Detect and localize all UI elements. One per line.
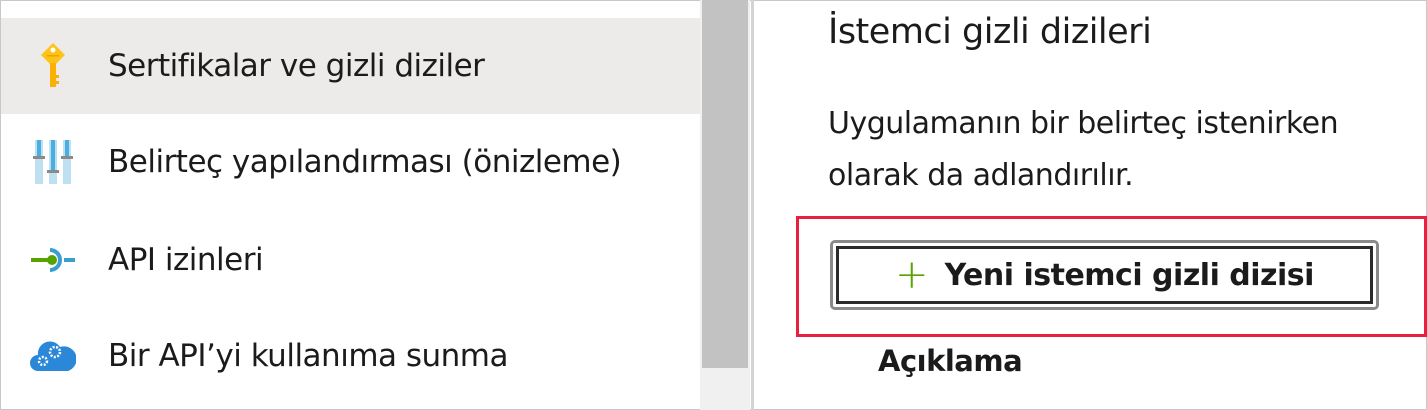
sidebar-nav: Sertifikalar ve gizli diziler Belirteç y…	[1, 0, 700, 410]
api-permissions-icon	[28, 235, 78, 285]
sidebar-item-label: Bir API’yi kullanıma sunma	[108, 338, 509, 374]
plus-icon: +	[895, 252, 929, 298]
sidebar-item-api-permissions[interactable]: API izinleri	[1, 212, 700, 308]
description-line: Uygulamanın bir belirteç istenirken	[828, 106, 1339, 141]
sidebar-item-expose-api[interactable]: Bir API’yi kullanıma sunma	[1, 308, 700, 404]
sidebar-item-token-configuration[interactable]: Belirteç yapılandırması (önizleme)	[1, 114, 700, 210]
sliders-icon	[28, 137, 78, 187]
sidebar-item-label: Belirteç yapılandırması (önizleme)	[108, 144, 622, 180]
new-client-secret-button[interactable]: + Yeni istemci gizli dizisi	[830, 240, 1379, 310]
column-header-description: Açıklama	[878, 344, 1023, 378]
cloud-gears-icon	[28, 331, 78, 381]
main-content: İstemci gizli dizileri Uygulamanın bir b…	[754, 0, 1427, 410]
sidebar-item-certificates-secrets[interactable]: Sertifikalar ve gizli diziler	[1, 18, 700, 114]
key-icon	[28, 41, 78, 91]
description-line: olarak da adlandırılır.	[828, 158, 1134, 193]
button-label: Yeni istemci gizli dizisi	[944, 257, 1315, 293]
section-title: İstemci gizli dizileri	[828, 12, 1152, 52]
sidebar-scrollbar[interactable]	[700, 0, 750, 410]
sidebar-item-label: API izinleri	[108, 242, 264, 278]
sidebar-item-label: Sertifikalar ve gizli diziler	[108, 48, 485, 84]
section-description: Uygulamanın bir belirteç istenirken olar…	[828, 98, 1339, 202]
scrollbar-thumb[interactable]	[702, 0, 748, 368]
